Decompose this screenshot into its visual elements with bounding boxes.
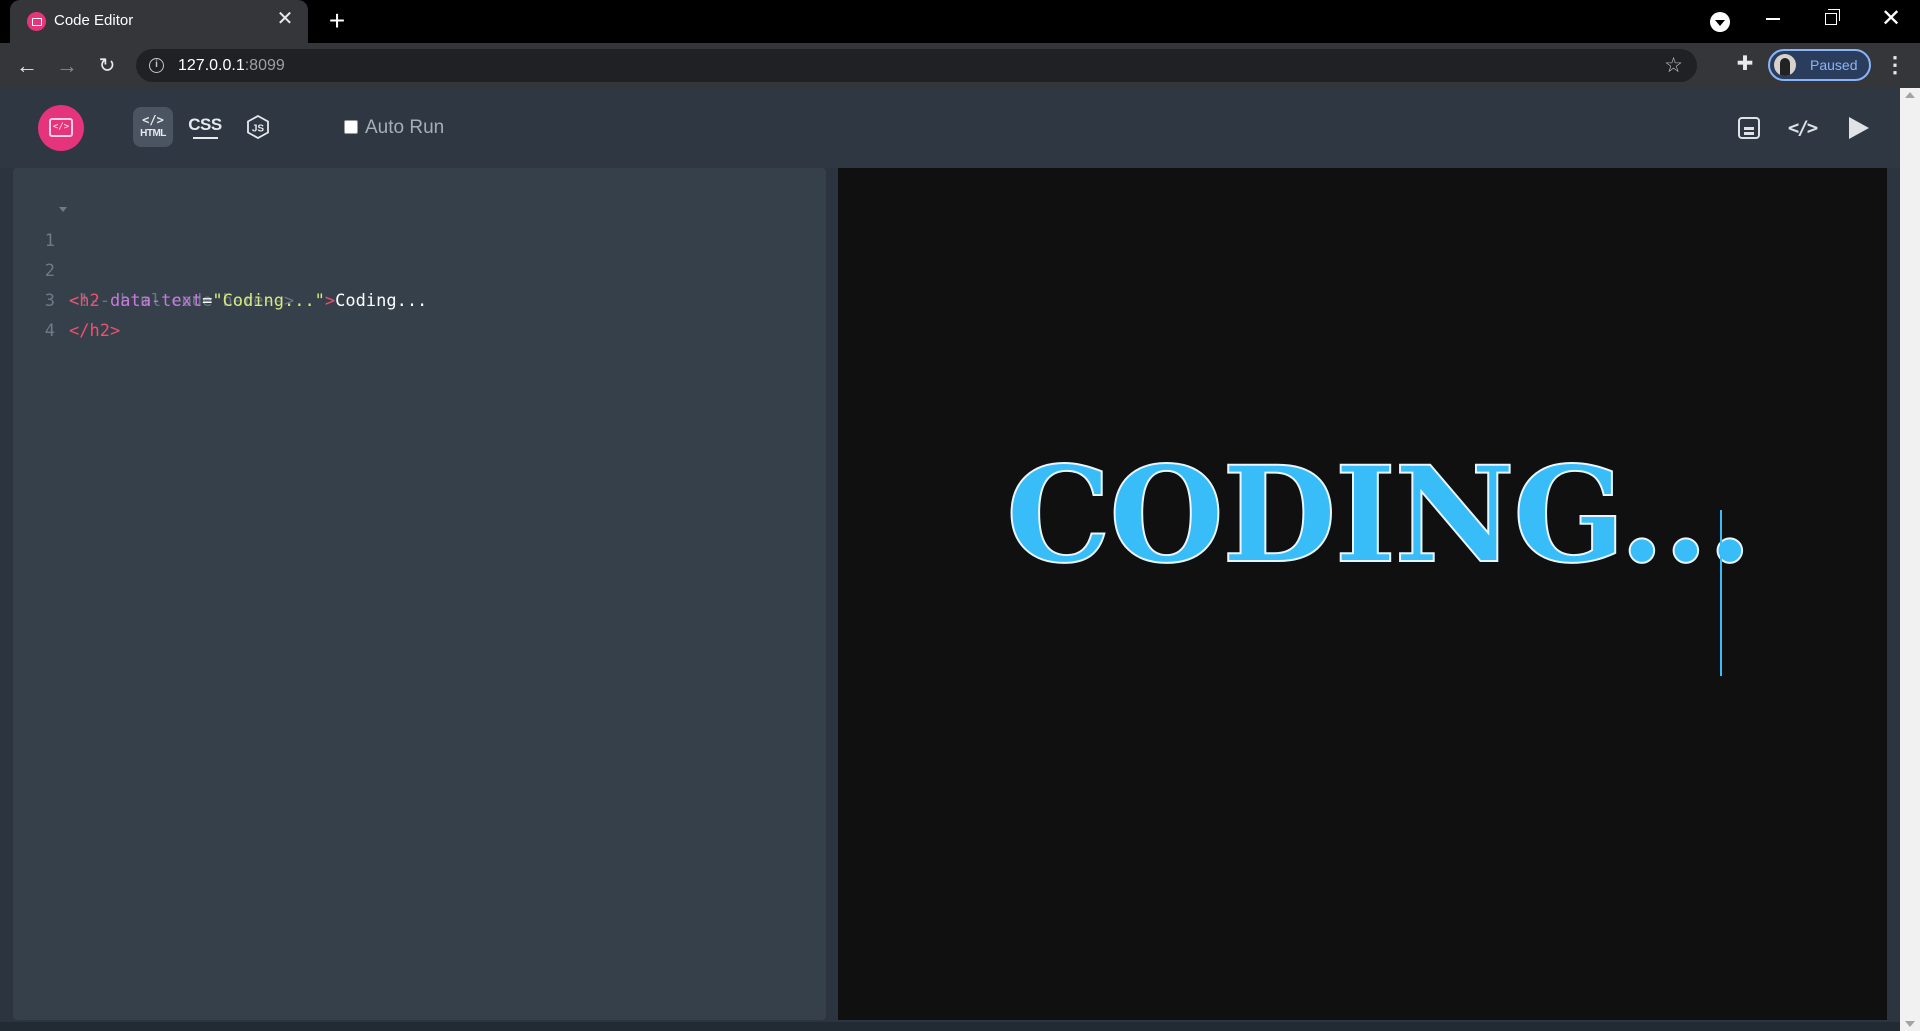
more-menu-icon[interactable]: ⋮ — [1884, 52, 1906, 78]
back-arrow-icon[interactable]: ← — [12, 51, 42, 81]
output-preview: CODING... — [838, 168, 1887, 1020]
profile-status: Paused — [1810, 57, 1858, 73]
avatar — [1774, 54, 1796, 76]
page-scrollbar[interactable] — [1900, 88, 1920, 1031]
restore-icon[interactable] — [1825, 9, 1840, 25]
code-line[interactable]: 3 </h2> — [13, 256, 826, 341]
page-viewport: </> </> HTML CSS JS Auto Run </> 1 <!-- … — [0, 88, 1920, 1031]
profile-button[interactable]: Paused — [1768, 49, 1871, 81]
browser-tab-strip: Code Editor ✕ + ✕ — [0, 0, 1920, 43]
css-underline-icon — [193, 137, 218, 139]
save-button[interactable] — [1735, 114, 1763, 142]
window-close-icon[interactable]: ✕ — [1878, 4, 1904, 34]
scroll-down-icon[interactable] — [1905, 1021, 1915, 1027]
minimize-icon[interactable] — [1766, 18, 1780, 20]
play-icon — [1849, 117, 1869, 139]
scroll-up-icon[interactable] — [1905, 92, 1915, 98]
save-disk-icon — [1738, 117, 1760, 139]
autorun-label: Auto Run — [365, 117, 445, 138]
tab-html-label: HTML — [140, 128, 166, 139]
tab-search-icon[interactable] — [1710, 12, 1730, 32]
js-hexagon-icon: JS — [247, 115, 269, 139]
bottom-strip — [0, 1022, 1900, 1031]
app-header: </> </> HTML CSS JS Auto Run </> — [0, 88, 1900, 168]
forward-arrow-icon[interactable]: → — [52, 51, 82, 81]
tab-html[interactable]: </> HTML — [133, 107, 173, 147]
tab-css-label: CSS — [188, 115, 222, 134]
favicon-icon — [27, 12, 46, 31]
code-line[interactable]: 4 — [13, 286, 826, 341]
code-close-tag: </h2> — [69, 321, 121, 341]
url-text[interactable]: 127.0.0.1:8099 — [178, 57, 285, 75]
svg-text:JS: JS — [252, 124, 265, 135]
fold-arrow-icon[interactable] — [59, 207, 67, 212]
preview-heading: CODING... — [1005, 438, 1754, 593]
typing-cursor — [1720, 510, 1722, 676]
code-line[interactable]: 1 <!-- html code here--> — [13, 196, 826, 311]
extensions-puzzle-icon[interactable]: ✚ — [1733, 52, 1757, 76]
run-button[interactable] — [1844, 114, 1872, 142]
browser-tab[interactable]: Code Editor ✕ — [10, 0, 308, 43]
close-tab-icon[interactable]: ✕ — [274, 8, 296, 30]
view-code-button[interactable]: </> — [1787, 114, 1818, 142]
tab-title: Code Editor — [54, 12, 134, 29]
app-logo: </> — [38, 105, 84, 151]
code-editor[interactable]: 1 <!-- html code here--> 2 <h2 data-text… — [13, 168, 826, 1020]
browser-toolbar: ← → ↻ i 127.0.0.1:8099 ☆ ✚ Paused ⋮ — [0, 43, 1920, 88]
reload-icon[interactable]: ↻ — [92, 51, 122, 81]
code-brackets-icon: </> — [142, 113, 164, 127]
bookmark-star-icon[interactable]: ☆ — [1664, 53, 1683, 78]
line-number: 4 — [44, 321, 55, 341]
address-bar[interactable]: i 127.0.0.1:8099 ☆ — [136, 49, 1697, 82]
info-icon[interactable]: i — [149, 58, 164, 73]
tab-css[interactable]: CSS — [185, 107, 225, 147]
autorun-checkbox[interactable] — [344, 120, 358, 134]
tab-js[interactable]: JS — [238, 107, 278, 147]
code-window-icon: </> — [49, 118, 73, 137]
new-tab-button[interactable]: + — [322, 6, 352, 36]
code-line[interactable]: 2 <h2 data-text="Coding...">Coding... — [13, 226, 826, 311]
